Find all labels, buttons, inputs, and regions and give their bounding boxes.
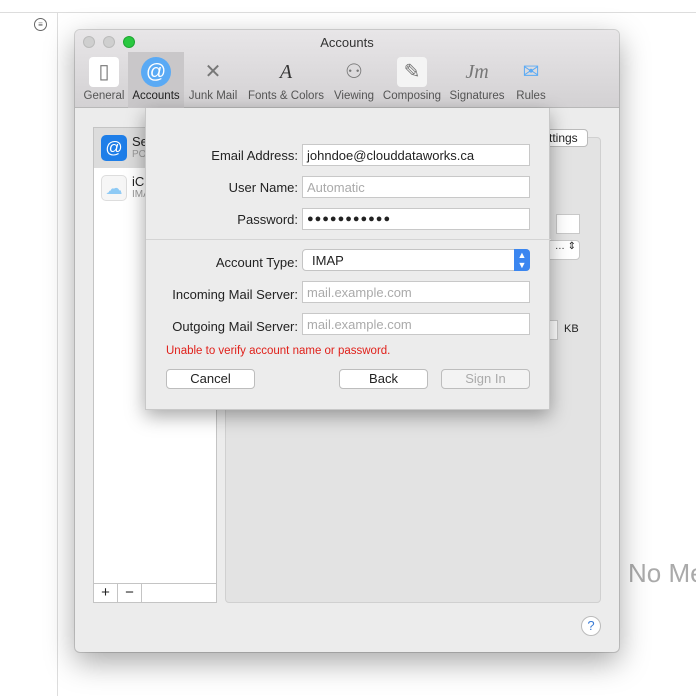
tab-label: Rules [516,90,546,102]
account-setup-sheet: Email Address: johndoe@clouddataworks.ca… [145,108,551,410]
account-type-label: Account Type: [215,255,298,270]
help-button[interactable]: ? [581,616,601,636]
cancel-button[interactable]: Cancel [166,369,255,389]
tab-label: Junk Mail [188,90,238,102]
divider [146,239,551,240]
tab-label: Accounts [132,90,180,102]
tab-viewing[interactable]: ⚇ Viewing [329,52,379,108]
incoming-server-field[interactable]: mail.example.com [302,281,530,303]
tab-junk-mail[interactable]: ✕ Junk Mail [185,52,241,108]
tab-signatures[interactable]: Jm Signatures [447,52,507,108]
back-button[interactable]: Back [339,369,428,389]
switch-icon: ▯ [89,57,119,87]
email-label: Email Address: [211,148,298,163]
tab-accounts[interactable]: @ Accounts [128,52,184,108]
tab-fonts-colors[interactable]: A Fonts & Colors [243,52,329,108]
error-message: Unable to verify account name or passwor… [166,345,391,357]
tab-label: Composing [382,90,442,102]
outgoing-server-label: Outgoing Mail Server: [172,319,298,334]
outgoing-server-field[interactable]: mail.example.com [302,313,530,335]
popup-button[interactable]: … ⇕ [546,240,580,260]
no-message-label: No Me [628,558,696,588]
font-icon: A [279,61,293,83]
account-type-select[interactable]: IMAP ▲ ▼ [302,249,530,271]
unit-label: KB [564,323,579,335]
cloud-icon: ☁ [101,175,127,201]
rules-icon: ✉ [522,61,540,83]
pencil-icon: ✎ [397,57,427,87]
sign-in-button[interactable]: Sign In [441,369,530,389]
username-label: User Name: [228,180,298,195]
incoming-server-label: Incoming Mail Server: [172,287,298,302]
tab-general[interactable]: ▯ General [80,52,128,108]
email-field[interactable]: johndoe@clouddataworks.ca [302,144,530,166]
filter-icon[interactable]: ≡ [34,18,47,31]
username-field[interactable]: Automatic [302,176,530,198]
tab-label: Fonts & Colors [247,90,325,102]
trash-icon: ✕ [204,61,222,83]
chevron-updown-icon: ▲ ▼ [514,249,530,271]
window-title: Accounts [320,35,374,50]
password-field[interactable]: ●●●●●●●●●●● [302,208,530,230]
tab-composing[interactable]: ✎ Composing [381,52,443,108]
password-label: Password: [237,212,298,227]
tab-label: Signatures [449,90,505,102]
toolbar: Accounts ▯ General @ Accounts ✕ Junk Mail A… [75,30,619,108]
text-field[interactable] [556,214,580,234]
add-account-button[interactable]: + [94,584,118,602]
account-type-value: IMAP [312,253,344,268]
signature-icon: Jm [465,61,489,83]
tab-rules[interactable]: ✉ Rules [511,52,551,108]
divider [57,12,58,696]
server-settings-tab[interactable]: ttings [546,129,588,147]
at-icon: @ [141,57,171,87]
tab-label: Viewing [333,90,375,102]
tab-label: General [83,90,125,102]
list-buttons: + − [93,583,217,603]
glasses-icon: ⚇ [345,61,363,83]
remove-account-button[interactable]: − [118,584,142,602]
at-icon: @ [101,135,127,161]
divider [0,12,696,13]
